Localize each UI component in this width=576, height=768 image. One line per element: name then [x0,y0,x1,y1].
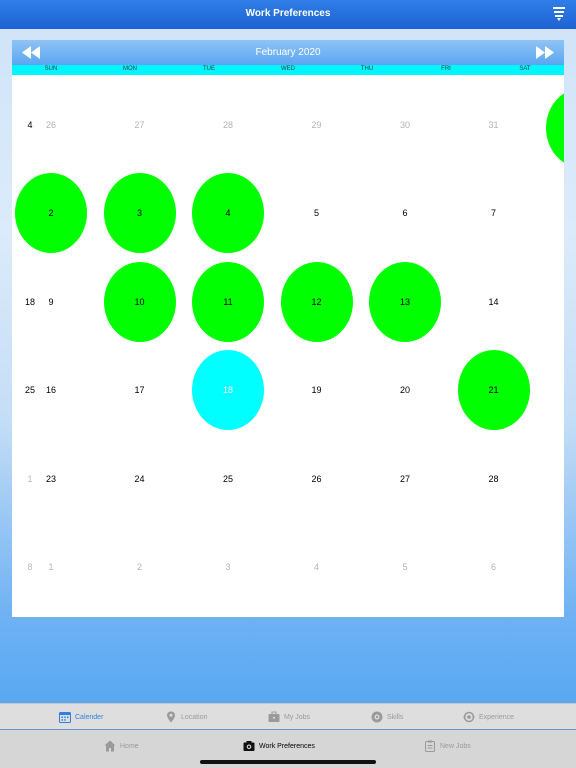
calendar-day[interactable]: 10 [103,261,176,342]
month-title: February 2020 [255,47,321,58]
calendar-day[interactable]: 1 [15,527,87,607]
calendar-day[interactable]: 27 [104,85,176,165]
tab-label: Calender [75,713,104,721]
calendar-day[interactable]: 11 [192,261,264,342]
calendar-day[interactable]: 14 [458,262,530,342]
calendar-day[interactable]: 26 [281,439,353,519]
calendar-day[interactable]: 4 [192,173,264,253]
calendar-day[interactable]: 21 [457,350,530,430]
double-right-arrow-icon[interactable] [536,46,554,59]
weekday-header: SUN MON TUE WED THU FRI SAT [12,65,564,75]
tab-label: My Jobs [284,713,311,721]
calendar-day[interactable]: 30 [369,85,441,165]
tab-label: Experience [479,713,515,721]
weekday-label: SAT [519,66,531,72]
weekday-label: MON [123,66,137,72]
calendar-day[interactable]: 3 [192,527,264,607]
calendar-day[interactable]: 25 [192,439,264,519]
clipboard-icon [425,740,435,752]
tab-label: New Jobs [440,742,471,750]
tab-location[interactable]: Location [165,710,207,724]
calendar-day[interactable]: 2 [104,527,176,607]
filter-list-icon[interactable] [552,6,566,22]
calendar-day[interactable]: 27 [369,439,441,519]
calendar-day[interactable]: 6 [369,173,441,253]
experience-cycle-icon [463,711,475,723]
calendar-day[interactable]: 23 [15,439,87,519]
tab-experience[interactable]: Experience [463,710,514,724]
calendar-day[interactable]: 24 [104,439,176,519]
calendar-day[interactable]: 28 [192,85,264,165]
tab-home[interactable]: Home [104,739,139,753]
calendar-day[interactable]: 9 [15,262,87,342]
home-icon [104,740,116,752]
calendar-day[interactable]: 31 [458,85,530,165]
page-title: Work Preferences [245,8,331,19]
camera-icon [243,741,255,751]
tab-label: Home [120,742,139,750]
home-indicator [200,760,376,764]
calendar-card: February 2020 SUN MON TUE WED THU FRI SA… [12,40,564,617]
calendar-day[interactable]: 12 [280,261,353,342]
tab-work-preferences[interactable]: Work Preferences [243,739,315,753]
section-tab-bar: Calender Location My Jobs Skills Experie… [0,703,576,731]
calendar-day[interactable]: 26 [15,85,87,165]
weekday-label: TUE [203,66,215,72]
tab-my-jobs[interactable]: My Jobs [268,710,310,724]
month-header: February 2020 [12,40,564,65]
calendar-day[interactable]: 5 [369,527,441,607]
selected-day-marker[interactable] [546,88,564,168]
calendar-day[interactable]: 19 [281,350,353,430]
calendar-day[interactable]: 6 [458,527,530,607]
calendar-day[interactable]: 29 [281,85,353,165]
briefcase-icon [268,711,280,722]
calendar-day[interactable]: 18 [192,350,264,430]
skills-badge-icon [371,711,383,723]
calendar-day[interactable]: 2 [15,173,87,253]
calendar-day[interactable]: 13 [369,261,441,342]
tab-skills[interactable]: Skills [371,710,403,724]
location-pin-icon [167,711,175,723]
calendar-day[interactable]: 4 [281,527,353,607]
weekday-label: SUN [44,66,58,72]
calendar-day[interactable]: 3 [103,173,176,253]
calendar-icon [59,712,71,723]
calendar-day[interactable]: 5 [281,173,353,253]
tab-label: Location [181,713,208,721]
tab-label: Skills [387,713,404,721]
calendar-day[interactable]: 16 [15,350,87,430]
navigation-bar: Work Preferences [0,0,576,29]
tab-calender[interactable]: Calender [59,710,103,724]
calendar-day[interactable]: 7 [458,173,530,253]
calendar-day[interactable]: 28 [458,439,530,519]
tab-label: Work Preferences [259,742,315,750]
calendar-day[interactable]: 17 [104,350,176,430]
weekday-label: FRI [441,66,451,72]
weekday-label: THU [360,66,374,72]
weekday-label: WED [281,66,295,72]
calendar-day[interactable]: 20 [369,350,441,430]
tab-new-jobs[interactable]: New Jobs [424,739,471,753]
